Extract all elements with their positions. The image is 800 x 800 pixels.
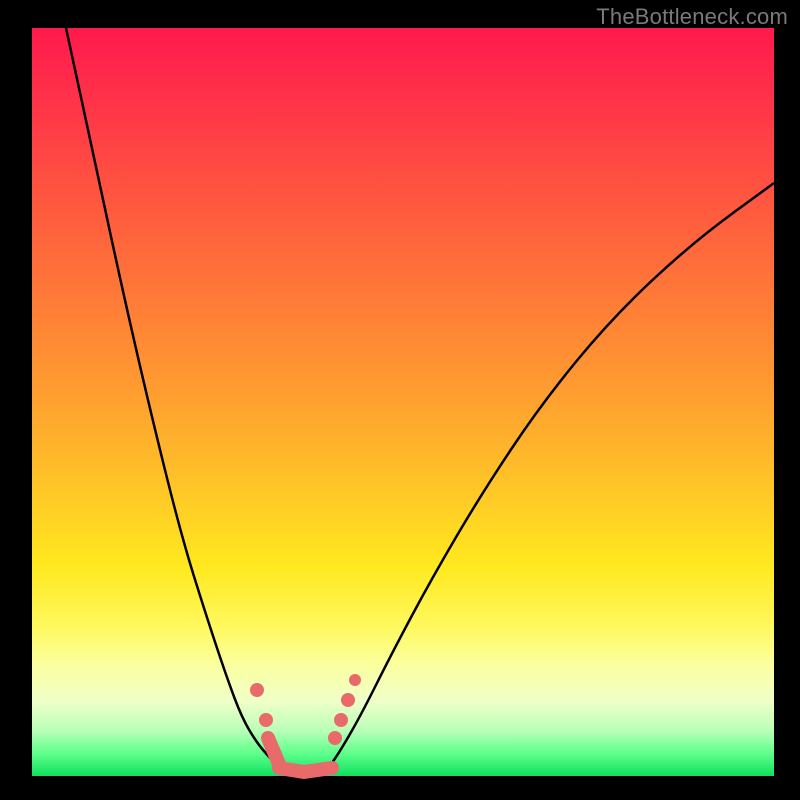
plot-area <box>32 28 774 776</box>
chart-frame: TheBottleneck.com <box>0 0 800 800</box>
left-pill <box>268 738 279 764</box>
right-dot-4 <box>349 674 361 686</box>
watermark-text: TheBottleneck.com <box>596 4 788 30</box>
curve-group <box>66 28 774 772</box>
floor-pill-2 <box>304 768 332 772</box>
left-dot-upper <box>250 683 264 697</box>
right-dot-2 <box>334 713 348 727</box>
right-dot-3 <box>341 693 355 707</box>
marker-group <box>250 674 361 772</box>
left-dot-lower <box>259 713 273 727</box>
curve-right-branch <box>330 183 774 766</box>
curve-left-branch <box>66 28 278 766</box>
chart-svg <box>32 28 774 776</box>
right-dot-1 <box>328 731 342 745</box>
